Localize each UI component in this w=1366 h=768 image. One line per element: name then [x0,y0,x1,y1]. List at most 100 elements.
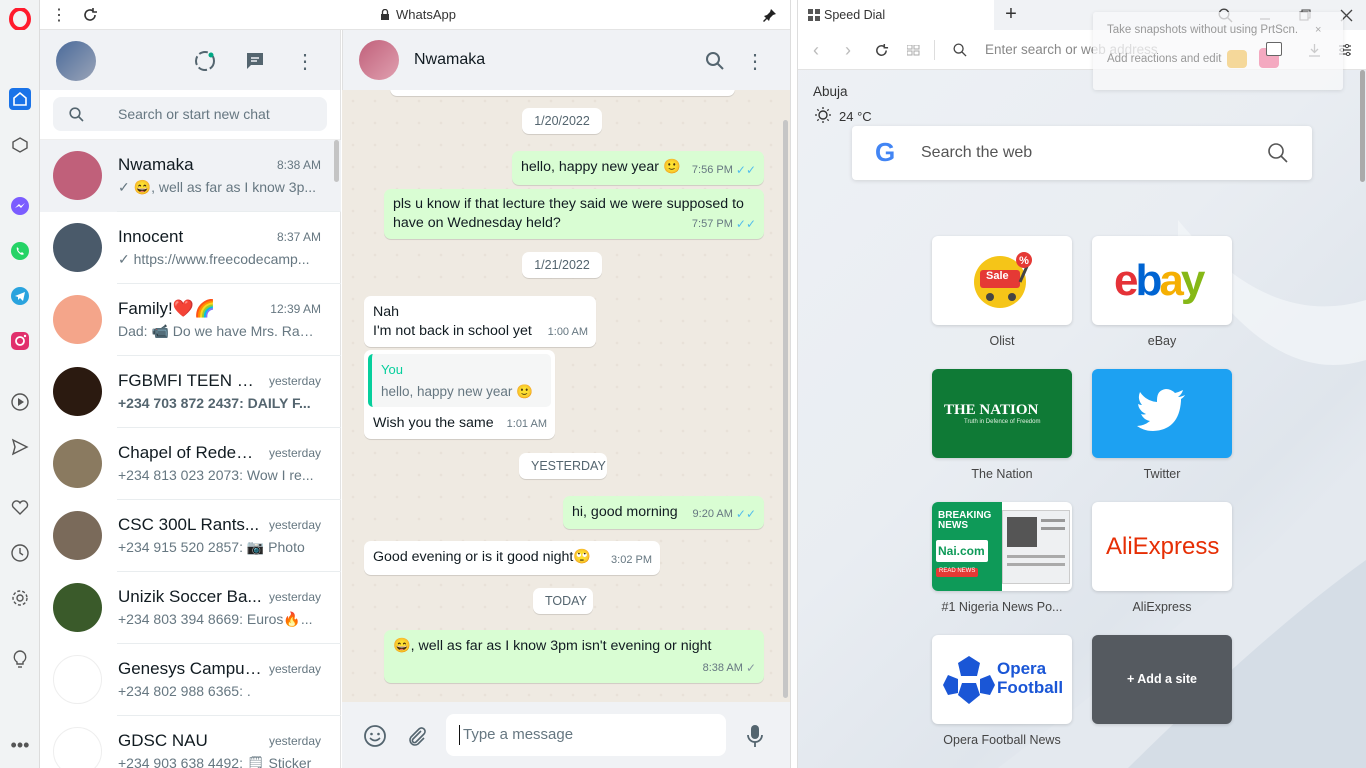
web-search-icon[interactable] [1267,142,1288,163]
kebab-menu-icon[interactable]: ⋮ [51,6,67,24]
whatsapp-pane: ⋮ WhatsApp ⋮ Search or start new chat Nw… [40,0,790,768]
quoted-message[interactable]: You hello, happy new year 🙂 [368,354,551,407]
message-incoming-reply[interactable]: You hello, happy new year 🙂 Wish you the… [364,350,555,439]
forward-icon[interactable]: › [840,40,856,60]
speed-dial-tile-twitter[interactable] [1092,369,1232,458]
chat-time: yesterday [268,518,321,532]
chat-item[interactable]: Chapel of Redem... yesterday +234 813 023 … [40,428,341,500]
message-meta: 1:01 AM [507,415,547,434]
contact-name[interactable]: Nwamaka [414,51,485,69]
player-icon[interactable] [9,391,31,413]
chat-list-scrollbar[interactable] [334,140,339,182]
chat-body: Genesys Campus ... yesterday +234 802 988 … [117,644,341,716]
message-outgoing[interactable]: hello, happy new year 🙂 7:56 PM ✓✓ [512,151,764,185]
heart-icon[interactable] [9,497,31,519]
emoji-icon[interactable] [363,724,387,748]
date-divider: 1/21/2022 [522,252,602,278]
message-meta: 8:38 AM ✓ [703,659,756,678]
search-row: Search or start new chat [40,90,340,140]
chat-last-prefix: Dad: 📹 [118,323,169,339]
chat-time: 12:39 AM [270,302,321,316]
chat-item[interactable]: Genesys Campus ... yesterday +234 802 988 … [40,644,341,716]
telegram-icon[interactable] [9,285,31,307]
send-icon[interactable] [9,436,31,458]
twitter-bird-icon [1137,389,1185,431]
menu-icon[interactable]: ⋮ [295,50,315,73]
panel-title: WhatsApp [380,7,456,22]
chat-item[interactable]: Nwamaka 8:38 AM ✓ 😄, well as far as I know… [40,140,341,212]
chat-name: Genesys Campus ... [118,659,263,678]
camera-icon[interactable] [1266,42,1282,56]
history-icon[interactable] [9,542,31,564]
speed-dial-tile-opera-football[interactable]: Opera Football [932,635,1072,724]
tab-speed-dial[interactable]: Speed Dial [798,0,994,30]
tooltip-close-icon[interactable]: × [1315,24,1321,36]
message-time: 1:01 AM [506,418,547,430]
speed-dial-tile-the-nation[interactable]: THE NATION Truth in Defence of Freedom [932,369,1072,458]
new-tab-icon[interactable]: + [1002,3,1020,25]
speed-dial-tile-aliexpress[interactable]: AliExpress [1092,502,1232,591]
chat-name: CSC 300L Rants... [118,515,260,534]
chat-time: 8:37 AM [276,230,321,244]
message-outgoing[interactable]: pls u know if that lecture they said we … [384,189,764,239]
contact-avatar[interactable] [359,40,399,80]
message-area-scrollbar[interactable] [783,120,788,698]
opera-logo-icon[interactable] [9,8,31,30]
chat-list: Nwamaka 8:38 AM ✓ 😄, well as far as I know… [40,140,341,768]
message-outgoing[interactable]: hi, good morning 9:20 AM ✓✓ [563,496,764,529]
message-meta: 3:02 PM [611,551,652,570]
reaction-emoji-icon [1227,50,1247,68]
legit-logo-text: Nai.com [938,544,985,558]
tile-label-the-nation: The Nation [971,467,1033,481]
chat-item[interactable]: Unizik Soccer Ba... yesterday +234 803 394… [40,572,341,644]
message-outgoing[interactable]: 😄, well as far as I know 3pm isn't eveni… [384,630,764,683]
more-icon[interactable]: ••• [9,734,31,756]
chat-last-text: DAILY F... [243,395,311,411]
pin-icon[interactable] [760,5,780,25]
chat-last-message: +234 903 638 4492: 🗒 Sticker [118,755,318,768]
add-site-tile[interactable]: + Add a site [1092,635,1232,724]
chat-item[interactable]: Innocent 8:37 AM ✓ https://www.freecodecam… [40,212,341,284]
lightbulb-icon[interactable] [9,648,31,670]
new-chat-icon[interactable] [245,51,265,71]
legit-read-news-text: READ NEWS [939,568,976,574]
microphone-icon[interactable] [743,723,767,749]
home-icon[interactable] [9,88,31,110]
chat-avatar [53,151,102,200]
svg-text:%: % [1019,255,1029,267]
attach-icon[interactable] [405,724,429,748]
web-search-box[interactable]: G Search the web [852,126,1312,180]
opera-football-text2: Football [997,678,1064,697]
messenger-icon[interactable] [9,195,31,217]
cube-icon[interactable] [9,134,31,156]
whatsapp-icon[interactable] [9,240,31,262]
status-icon[interactable] [194,50,216,72]
message-text-line: I'm not back in school yet [373,323,532,339]
speed-dial-tile-olist[interactable]: % Sale [932,236,1072,325]
page-scrollbar[interactable] [1360,70,1365,182]
instagram-icon[interactable] [9,330,31,352]
chat-last-text: Wow I re... [242,467,314,483]
back-icon[interactable]: ‹ [808,40,824,60]
settings-icon[interactable] [9,587,31,609]
message-input[interactable]: Type a message [446,714,726,756]
conversation-menu-icon[interactable]: ⋮ [745,50,765,73]
my-avatar[interactable] [56,41,96,81]
message-incoming[interactable]: Good evening or is it good night🙄 3:02 P… [364,541,660,575]
chat-item[interactable]: CSC 300L Rants... yesterday +234 915 520 2… [40,500,341,572]
chat-item[interactable]: FGBMFI TEEN GR... yesterday +234 703 872 2… [40,356,341,428]
chat-item[interactable]: Family!❤️🌈 12:39 AM Dad: 📹 Do we have Mrs.… [40,284,341,356]
search-box[interactable]: Search or start new chat [53,97,327,131]
tab-grid-icon[interactable] [904,41,922,59]
search-input[interactable]: Search or start new chat [118,106,270,122]
ebay-letter: a [1159,256,1184,305]
web-search-input[interactable]: Search the web [921,144,1032,162]
message-incoming[interactable]: Nah I'm not back in school yet 1:00 AM [364,296,596,347]
search-messages-icon[interactable] [704,50,724,70]
speed-dial-tile-ebay[interactable]: ebay [1092,236,1232,325]
speed-dial-tile-legit-news[interactable]: BREAKING NEWS Nai.com READ NEWS [932,502,1072,591]
panel-splitter[interactable] [790,0,798,768]
chat-item[interactable]: GDSC NAU yesterday +234 903 638 4492: 🗒 St… [40,716,341,768]
reload-icon[interactable] [872,41,890,59]
reload-icon[interactable] [80,5,100,25]
